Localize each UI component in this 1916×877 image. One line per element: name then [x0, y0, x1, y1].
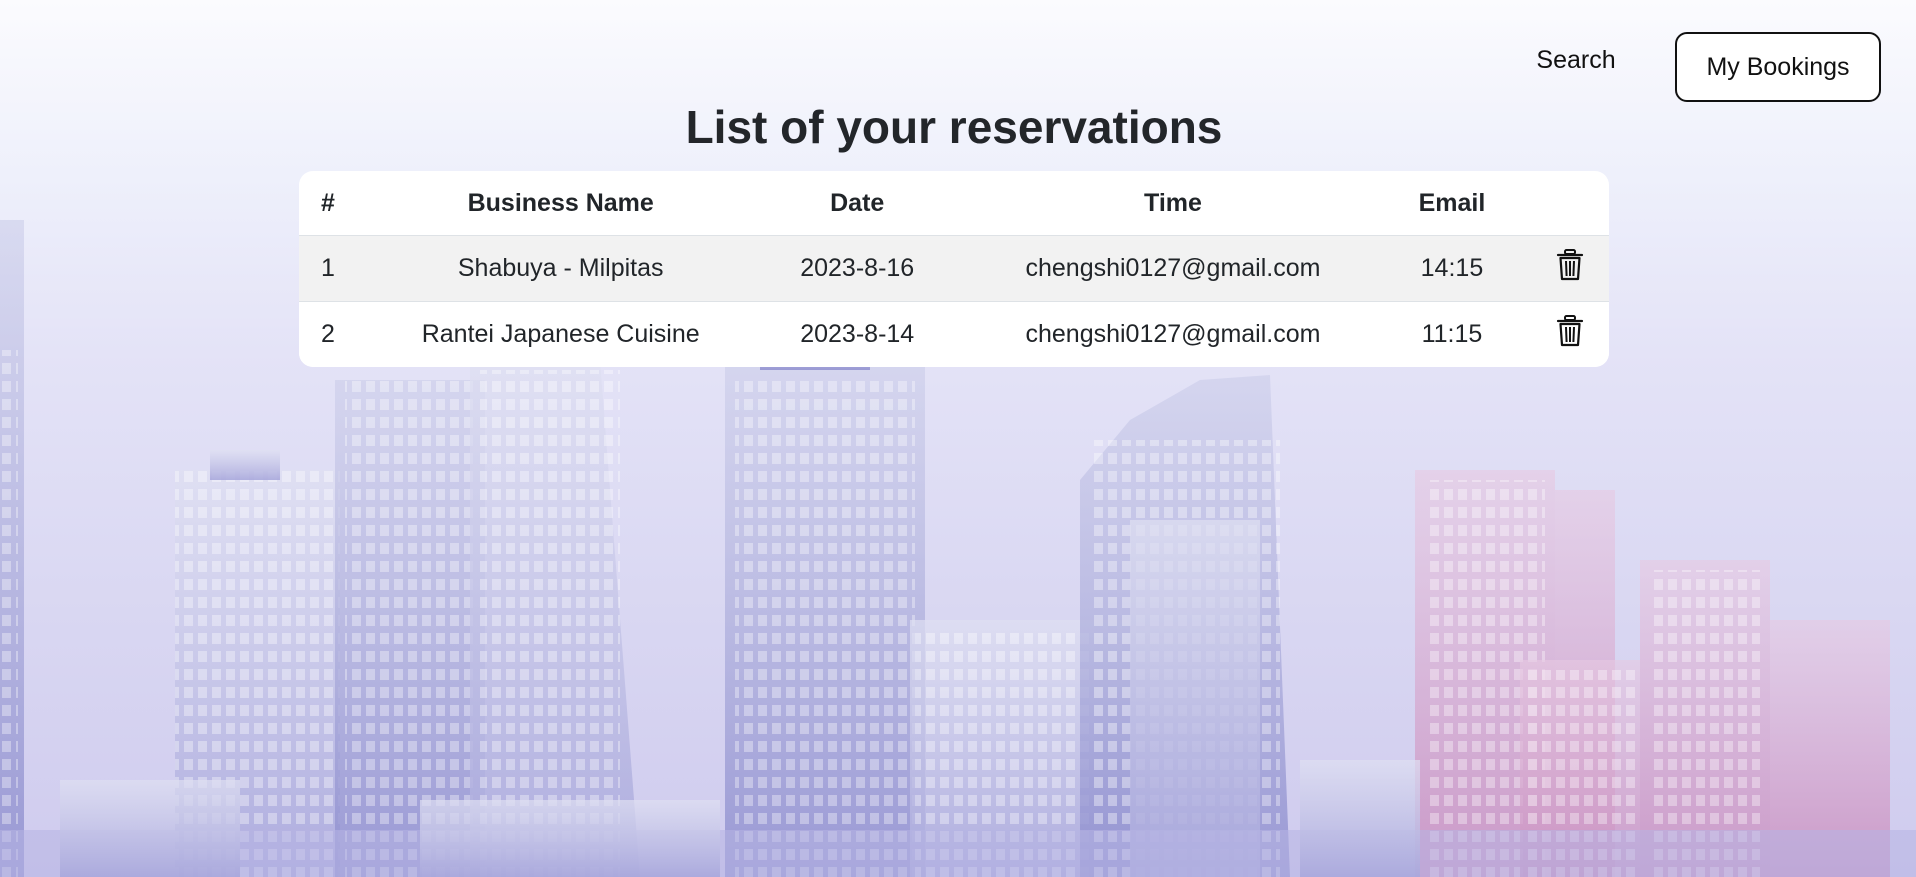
table-row: 1 Shabuya - Milpitas 2023-8-16 chengshi0…	[299, 235, 1609, 302]
cell-time: chengshi0127@gmail.com	[972, 235, 1374, 302]
header-email: Email	[1373, 171, 1531, 236]
cell-date: 2023-8-14	[741, 301, 973, 367]
cell-email: 11:15	[1373, 301, 1531, 367]
trash-icon[interactable]	[1556, 249, 1584, 288]
trash-icon[interactable]	[1556, 315, 1584, 354]
header-time: Time	[972, 171, 1374, 236]
cell-actions	[1530, 235, 1609, 302]
header-number: #	[299, 171, 380, 236]
cell-actions	[1530, 301, 1609, 367]
cell-number: 1	[299, 235, 380, 302]
nav-search-link[interactable]: Search	[1516, 46, 1636, 75]
cell-business-name: Shabuya - Milpitas	[379, 235, 742, 302]
page-title: List of your reservations	[685, 101, 1223, 153]
cell-time: chengshi0127@gmail.com	[972, 301, 1374, 367]
my-bookings-button[interactable]: My Bookings	[1675, 32, 1881, 102]
header-business-name: Business Name	[379, 171, 742, 236]
reservations-table-card: # Business Name Date Time Email 1 Shabuy…	[299, 171, 1609, 367]
cell-number: 2	[299, 301, 380, 367]
top-navbar: Search My Bookings	[0, 0, 1916, 102]
cell-date: 2023-8-16	[741, 235, 973, 302]
table-row: 2 Rantei Japanese Cuisine 2023-8-14 chen…	[299, 301, 1609, 367]
reservations-table: # Business Name Date Time Email 1 Shabuy…	[299, 171, 1609, 367]
header-actions	[1530, 171, 1609, 236]
cell-business-name: Rantei Japanese Cuisine	[379, 301, 742, 367]
cell-email: 14:15	[1373, 235, 1531, 302]
table-header-row: # Business Name Date Time Email	[299, 171, 1609, 236]
header-date: Date	[741, 171, 973, 236]
